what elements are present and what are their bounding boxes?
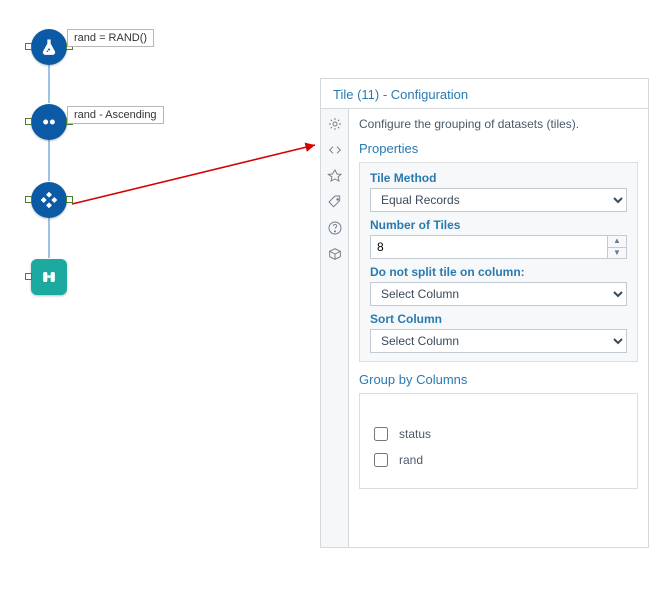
tag-icon[interactable] [326, 193, 344, 211]
wrench-icon[interactable] [326, 115, 344, 133]
help-icon[interactable] [326, 219, 344, 237]
binoculars-icon [39, 267, 59, 287]
tile-method-label: Tile Method [370, 171, 627, 185]
groupby-option-label: rand [399, 453, 423, 467]
no-split-label: Do not split tile on column: [370, 265, 627, 279]
num-tiles-spinner[interactable]: ▲ ▼ [607, 235, 627, 259]
workflow-canvas[interactable]: rand = RAND() rand - Ascending [0, 0, 320, 609]
panel-content: Configure the grouping of datasets (tile… [349, 109, 648, 547]
tile-icon [39, 190, 59, 210]
no-split-select[interactable]: Select Column [370, 282, 627, 306]
tile-method-select[interactable]: Equal Records [370, 188, 627, 212]
properties-title: Properties [359, 141, 638, 156]
formula-node-label: rand = RAND() [67, 29, 154, 47]
groupby-option-row[interactable]: rand [370, 450, 627, 470]
groupby-checkbox-rand[interactable] [374, 453, 388, 467]
flask-icon [39, 37, 59, 57]
tile-tool-node[interactable] [31, 182, 67, 218]
panel-description: Configure the grouping of datasets (tile… [359, 117, 638, 131]
formula-tool-node[interactable] [31, 29, 67, 65]
groupby-checkbox-status[interactable] [374, 427, 388, 441]
dots-icon [39, 112, 59, 132]
properties-box: Tile Method Equal Records Number of Tile… [359, 162, 638, 362]
code-icon[interactable] [326, 141, 344, 159]
sort-tool-node[interactable] [31, 104, 67, 140]
spinner-up-icon[interactable]: ▲ [608, 236, 626, 248]
groupby-title: Group by Columns [359, 372, 638, 387]
spinner-down-icon[interactable]: ▼ [608, 248, 626, 259]
navigate-icon[interactable] [326, 167, 344, 185]
sort-col-select[interactable]: Select Column [370, 329, 627, 353]
tool-rail [321, 109, 349, 547]
groupby-box: status rand [359, 393, 638, 489]
box-icon[interactable] [326, 245, 344, 263]
connectors-svg [0, 0, 320, 609]
num-tiles-input[interactable] [370, 235, 607, 259]
sort-node-label: rand - Ascending [67, 106, 164, 124]
groupby-option-row[interactable]: status [370, 424, 627, 444]
groupby-option-label: status [399, 427, 431, 441]
sort-col-label: Sort Column [370, 312, 627, 326]
num-tiles-label: Number of Tiles [370, 218, 627, 232]
panel-title: Tile (11) - Configuration [321, 79, 648, 109]
browse-tool-node[interactable] [31, 259, 67, 295]
config-panel: Tile (11) - Configuration Configure the … [320, 78, 649, 548]
